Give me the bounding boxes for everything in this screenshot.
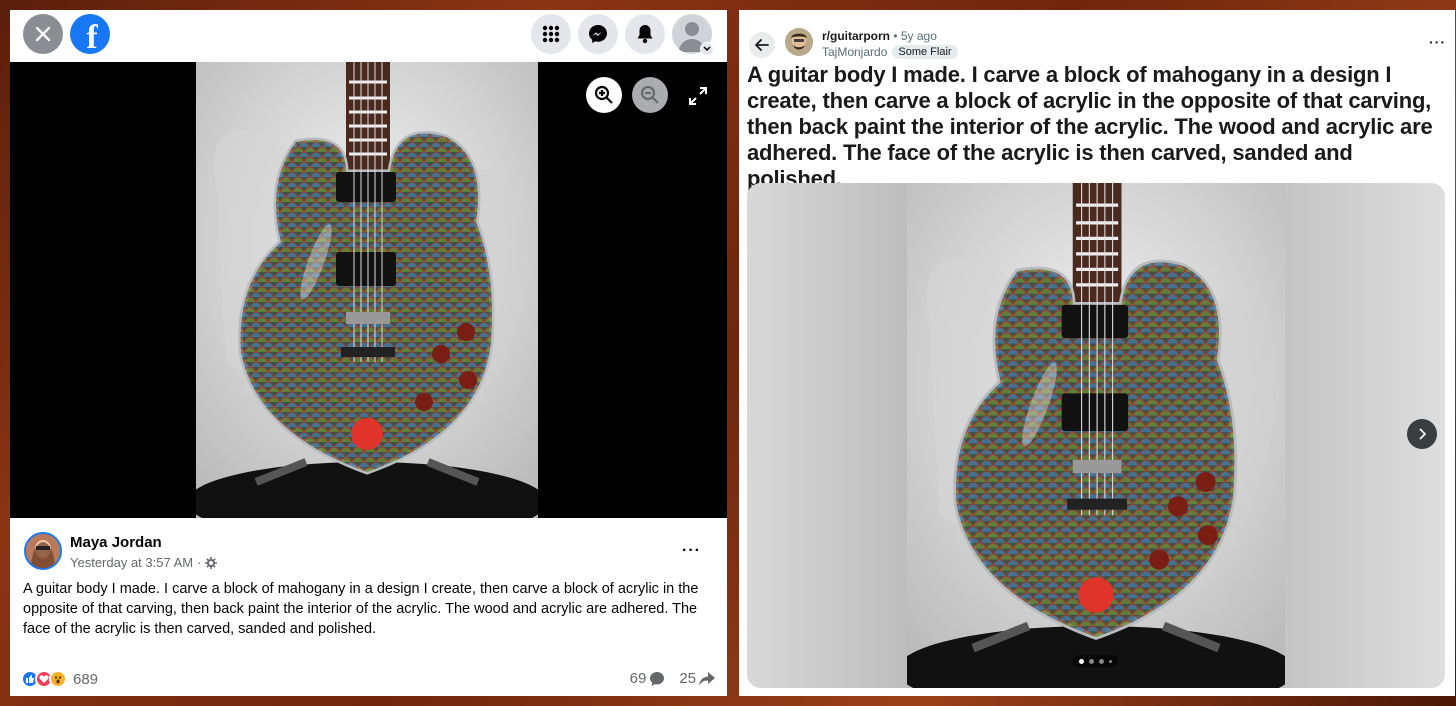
- reactions-summary[interactable]: 689: [21, 670, 98, 688]
- next-image-button[interactable]: [1407, 419, 1437, 449]
- guitar-photo[interactable]: [907, 183, 1285, 688]
- comment-icon: [650, 671, 665, 686]
- globe-settings-icon: [205, 556, 218, 569]
- subreddit-avatar[interactable]: [785, 28, 813, 56]
- bell-icon: [637, 25, 653, 44]
- guitar-photo[interactable]: [196, 62, 538, 518]
- expand-icon[interactable]: [689, 87, 707, 105]
- facebook-top-bar: f: [10, 10, 727, 62]
- post-options-button[interactable]: ···: [1429, 34, 1446, 50]
- zoom-out-icon: [640, 85, 659, 104]
- zoom-in-icon: [594, 85, 613, 104]
- gallery-dot-2[interactable]: [1089, 658, 1094, 664]
- facebook-logo[interactable]: f: [70, 14, 110, 56]
- user-line: TajMonjardo Some Flair: [822, 45, 958, 59]
- post-text: A guitar body I made. I carve a block of…: [23, 581, 699, 637]
- close-icon: [35, 26, 51, 42]
- author-avatar[interactable]: [24, 532, 62, 570]
- back-button[interactable]: [749, 32, 775, 58]
- shares-count-link[interactable]: 25: [679, 670, 715, 687]
- back-arrow-icon: [755, 39, 769, 51]
- post-age: • 5y ago: [890, 29, 937, 43]
- messenger-button[interactable]: [578, 14, 618, 54]
- photo-stage: [10, 62, 727, 518]
- author-name[interactable]: Maya Jordan: [70, 534, 162, 551]
- gallery-dot-4[interactable]: [1109, 659, 1112, 663]
- account-menu-chevron[interactable]: [700, 42, 714, 56]
- zoom-out-button[interactable]: [632, 77, 668, 113]
- comments-count-link[interactable]: 69: [630, 670, 666, 687]
- chevron-down-icon: [703, 46, 711, 52]
- gallery-dot-3[interactable]: [1099, 658, 1104, 664]
- gallery-blur-left: [747, 183, 907, 688]
- messenger-icon: [589, 25, 607, 43]
- reddit-post: r/guitarporn • 5y ago TajMonjardo Some F…: [739, 10, 1455, 696]
- menu-grid-icon: [542, 25, 560, 43]
- user-flair: Some Flair: [892, 45, 958, 59]
- gallery-dot-1[interactable]: [1079, 658, 1084, 664]
- post-meta: Yesterday at 3:57 AM ·: [70, 555, 218, 570]
- notifications-button[interactable]: [625, 14, 665, 54]
- close-button[interactable]: [23, 14, 63, 54]
- image-gallery[interactable]: [747, 183, 1445, 688]
- username[interactable]: TajMonjardo: [822, 45, 887, 59]
- gallery-pagination: [1073, 655, 1118, 667]
- post-footer: 689 69 25: [10, 664, 727, 696]
- subreddit-line: r/guitarporn • 5y ago: [822, 29, 937, 43]
- reactions-count[interactable]: 689: [73, 671, 98, 688]
- post-title: A guitar body I made. I carve a block of…: [747, 62, 1433, 191]
- meta-separator: ·: [197, 555, 202, 570]
- shares-count: 25: [679, 670, 696, 687]
- comments-count: 69: [629, 670, 647, 687]
- menu-button[interactable]: [531, 14, 571, 54]
- next-chevron-icon: [1419, 428, 1427, 440]
- engagement-counts: 69 25: [630, 670, 715, 687]
- share-icon: [699, 671, 715, 686]
- post-timestamp[interactable]: Yesterday at 3:57 AM: [70, 555, 193, 570]
- subreddit-name[interactable]: r/guitarporn: [822, 29, 890, 43]
- zoom-in-button[interactable]: [586, 77, 622, 113]
- facebook-photo-viewer: f Maya Jordan Yesterday at 3:57 AM · ···…: [10, 10, 727, 696]
- wow-reaction-icon: [49, 670, 67, 688]
- post-options-button[interactable]: ···: [682, 542, 701, 560]
